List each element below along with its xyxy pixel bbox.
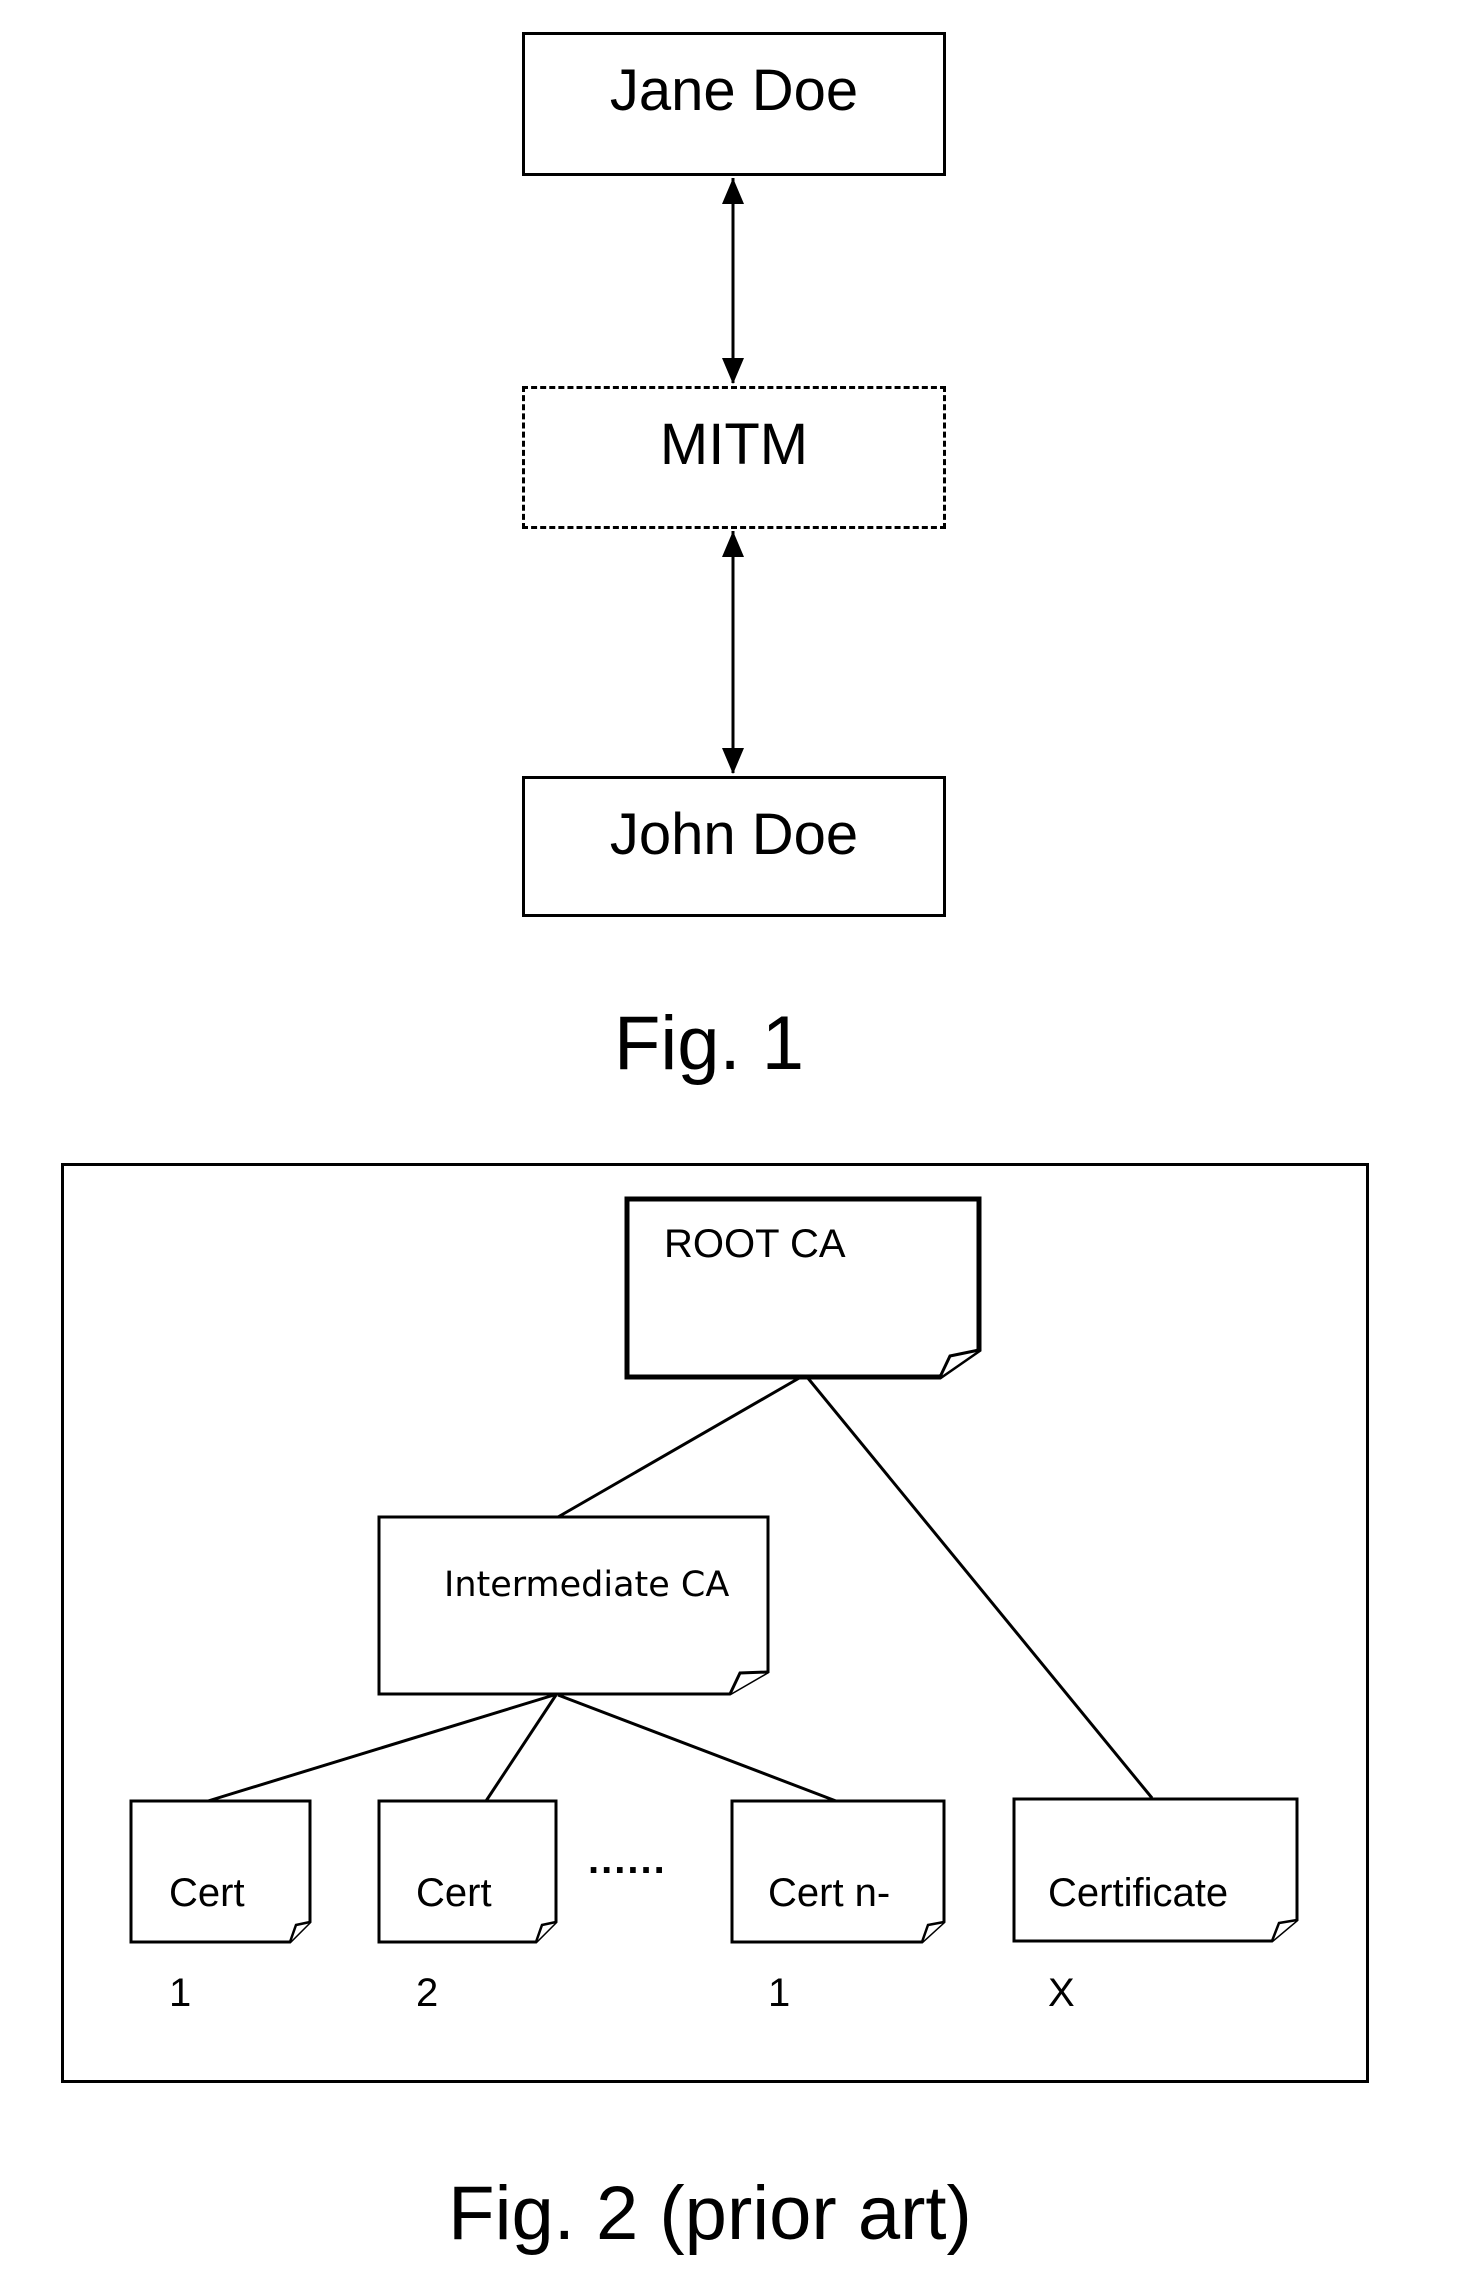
john-doe-label: John Doe [609, 802, 859, 867]
arrow-jane-mitm [722, 178, 744, 384]
root-ca-label: ROOT CA [664, 1222, 846, 1266]
cert-2-label-line2: 2 [416, 1971, 439, 2015]
mitm-node: MITM [522, 386, 946, 529]
cert-1-label-line2: 1 [169, 1971, 192, 2015]
certificate-x-label-line1: Certificate [1048, 1871, 1229, 1915]
figure2-caption: Fig. 2 (prior art) [448, 2171, 972, 2256]
cert-2-label: Cert 2 [416, 1818, 492, 2068]
cert-n-minus-1-label-line2: 1 [768, 1971, 791, 2015]
intermediate-ca-label: Intermediate CA [444, 1565, 730, 1605]
ellipsis-more-certs: ...... [588, 1838, 667, 1882]
certificate-x-label: Certificate X [1048, 1818, 1228, 2068]
jane-doe-node: Jane Doe [522, 32, 946, 176]
cert-n-minus-1-label: Cert n- 1 [768, 1818, 890, 2068]
cert-1-label-line1: Cert [169, 1871, 245, 1915]
arrow-mitm-john [722, 531, 744, 774]
jane-doe-label: Jane Doe [609, 58, 859, 123]
cert-n-minus-1-label-line1: Cert n- [768, 1871, 891, 1915]
figure1-caption: Fig. 1 [613, 1001, 805, 1086]
certificate-x-label-line2: X [1048, 1971, 1075, 2015]
cert-2-label-line1: Cert [416, 1871, 492, 1915]
mitm-label: MITM [659, 412, 809, 477]
john-doe-node: John Doe [522, 776, 946, 917]
cert-1-label: Cert 1 [169, 1818, 245, 2068]
